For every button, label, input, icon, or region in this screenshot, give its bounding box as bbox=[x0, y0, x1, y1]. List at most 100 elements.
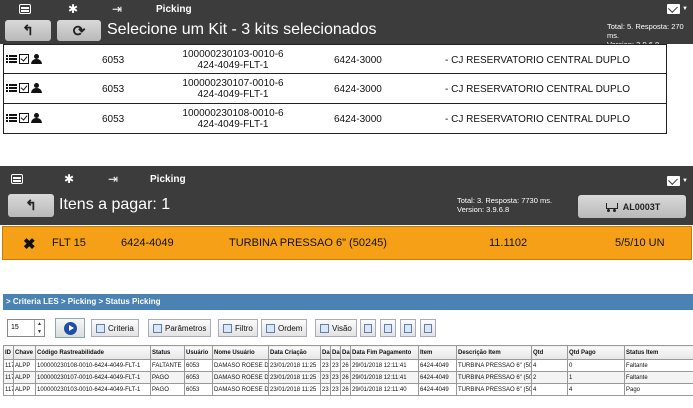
column-header[interactable]: Nome Usuário bbox=[212, 345, 269, 360]
column-header[interactable]: Status Item bbox=[624, 345, 693, 360]
column-header[interactable]: Da bbox=[320, 345, 331, 360]
table-cell: 6053 bbox=[184, 371, 213, 384]
back-arrow-icon: ↰ bbox=[22, 22, 34, 38]
messages-button[interactable]: ▼ bbox=[667, 174, 689, 188]
settings-button[interactable]: ✱ bbox=[60, 172, 78, 186]
remove-icon[interactable]: ✖ bbox=[23, 237, 36, 252]
top-toolbar: ✱ ⇥ Picking ▼ bbox=[0, 0, 693, 18]
hamburger-icon bbox=[11, 174, 23, 184]
visao-button[interactable]: Visão bbox=[315, 319, 357, 337]
row-actions bbox=[6, 83, 42, 93]
table-cell: 4 bbox=[567, 383, 625, 396]
column-header[interactable]: Qtd Pago bbox=[567, 345, 625, 360]
cart-icon bbox=[604, 202, 618, 212]
run-button[interactable] bbox=[55, 318, 85, 338]
table-cell: 26 bbox=[340, 383, 351, 396]
parametros-button[interactable]: Parâmetros bbox=[148, 319, 212, 337]
tracking-line2: 424-4049-FLT-1 bbox=[197, 60, 269, 71]
picking-item-row[interactable]: ✖ FLT 15 6424-4049 TURBINA PRESSAO 6" (5… bbox=[2, 226, 692, 260]
item-part: 6424-4049 bbox=[121, 237, 174, 249]
export-button[interactable] bbox=[360, 319, 376, 337]
cart-button[interactable]: AL0003T bbox=[578, 195, 686, 218]
kit-row[interactable]: 6053 100000230107-0010-6 424-4049-FLT-1 6… bbox=[3, 74, 667, 104]
table-row[interactable]: 117ALPP100000230108-0010-6424-4049-FLT-1… bbox=[3, 359, 693, 372]
user-icon[interactable] bbox=[31, 54, 42, 64]
tools-button[interactable] bbox=[420, 319, 436, 337]
back-button[interactable]: ↰ bbox=[8, 194, 54, 217]
criteria-label: Criteria bbox=[108, 323, 134, 333]
edit-check-icon[interactable] bbox=[19, 113, 29, 123]
table-cell: TURBINA PRESSAO 6" (50 bbox=[456, 371, 532, 384]
table-cell: Faltante bbox=[624, 359, 693, 372]
gear-icon: ✱ bbox=[67, 2, 79, 16]
exit-button[interactable]: ⇥ bbox=[104, 172, 122, 186]
column-header[interactable]: ID bbox=[3, 345, 14, 360]
list-icon[interactable] bbox=[6, 54, 17, 64]
tracking-line1: 100000230103-0010-6 bbox=[182, 49, 284, 60]
kit-description: - CJ RESERVATORIO CENTRAL DUPLO bbox=[445, 55, 631, 66]
filtro-button[interactable]: Filtro bbox=[218, 319, 258, 337]
filter-icon bbox=[223, 323, 232, 333]
column-header[interactable]: Código Rastreabilidade bbox=[35, 345, 151, 360]
table-row[interactable]: 117ALPP100000230107-0010-6424-4049-FLT-1… bbox=[3, 371, 693, 384]
page-size-stepper[interactable]: 15 ▲ ▼ bbox=[7, 319, 45, 337]
table-cell: 23 bbox=[330, 383, 341, 396]
tracking-line1: 100000230108-0010-6 bbox=[182, 108, 284, 119]
window-button[interactable] bbox=[400, 319, 416, 337]
edit-check-icon[interactable] bbox=[19, 83, 29, 93]
list-icon[interactable] bbox=[6, 83, 17, 93]
refresh-icon: ⟳ bbox=[72, 22, 86, 40]
column-header[interactable]: Status bbox=[150, 345, 185, 360]
table-row[interactable]: 117ALPP100000230103-0010-6424-4049-FLT-1… bbox=[3, 383, 693, 396]
column-header[interactable]: Da bbox=[330, 345, 341, 360]
column-header[interactable]: Chave bbox=[13, 345, 36, 360]
toolbar-label: Picking bbox=[150, 174, 186, 185]
edit-check-icon[interactable] bbox=[19, 54, 29, 64]
table-cell: 29/01/2018 12:11:41 bbox=[350, 371, 419, 384]
exit-icon: ⇥ bbox=[107, 172, 119, 186]
kit-row[interactable]: 6053 100000230103-0010-6 424-4049-FLT-1 6… bbox=[3, 44, 667, 74]
settings-button[interactable]: ✱ bbox=[64, 2, 82, 16]
ordem-button[interactable]: Ordem bbox=[261, 319, 308, 337]
column-header[interactable]: Data Fim Pagamento bbox=[350, 345, 419, 360]
page-title: Itens a pagar: 1 bbox=[59, 196, 171, 213]
table-cell: ALPP bbox=[13, 371, 36, 384]
kit-part: 6424-3000 bbox=[334, 114, 382, 125]
exit-button[interactable]: ⇥ bbox=[108, 2, 126, 16]
table-cell: FALTANTE bbox=[150, 359, 185, 372]
screenshot-root: ✱ ⇥ Picking ▼ ↰ ⟳ Selecione um Kit - 3 k… bbox=[0, 0, 693, 408]
page-title: Selecione um Kit - 3 kits selecionados bbox=[107, 21, 377, 38]
user-icon[interactable] bbox=[31, 113, 42, 123]
column-header[interactable]: Descrição Item bbox=[456, 345, 532, 360]
stepper-arrows-icon[interactable]: ▲ ▼ bbox=[34, 320, 44, 336]
menu-button[interactable] bbox=[16, 2, 34, 16]
user-icon[interactable] bbox=[31, 83, 42, 93]
kit-selection-header: ✱ ⇥ Picking ▼ ↰ ⟳ Selecione um Kit - 3 k… bbox=[0, 0, 693, 49]
tools-icon bbox=[424, 323, 432, 333]
refresh-button[interactable]: ⟳ bbox=[57, 20, 101, 41]
table-cell: 23/01/2018 11:25 bbox=[268, 383, 321, 396]
kit-row[interactable]: 6053 100000230108-0010-6 424-4049-FLT-1 6… bbox=[3, 104, 667, 134]
column-header[interactable]: Item bbox=[418, 345, 457, 360]
tracking-line1: 100000230107-0010-6 bbox=[182, 78, 284, 89]
column-header[interactable]: Data Criação bbox=[268, 345, 321, 360]
table-cell: Pago bbox=[624, 383, 693, 396]
column-header[interactable]: Usuário bbox=[184, 345, 213, 360]
table-cell: 4 bbox=[531, 383, 568, 396]
back-button[interactable]: ↰ bbox=[5, 20, 51, 41]
kit-code: 6053 bbox=[102, 84, 125, 95]
menu-button[interactable] bbox=[8, 172, 26, 186]
toolbar-buttons: ✱ ⇥ bbox=[8, 172, 122, 186]
save-button[interactable] bbox=[380, 319, 396, 337]
table-cell: 23 bbox=[320, 383, 331, 396]
column-header[interactable]: Da bbox=[340, 345, 351, 360]
cart-label: AL0003T bbox=[622, 201, 661, 212]
ordem-label: Ordem bbox=[278, 323, 303, 333]
messages-button[interactable]: ▼ bbox=[667, 2, 689, 16]
column-header[interactable]: Qtd bbox=[531, 345, 568, 360]
criteria-button[interactable]: Criteria bbox=[91, 319, 139, 337]
list-icon[interactable] bbox=[6, 113, 17, 123]
table-cell: 1 bbox=[567, 371, 625, 384]
page-size-value: 15 bbox=[11, 324, 19, 331]
kit-tracking: 100000230107-0010-6 424-4049-FLT-1 bbox=[180, 78, 286, 100]
